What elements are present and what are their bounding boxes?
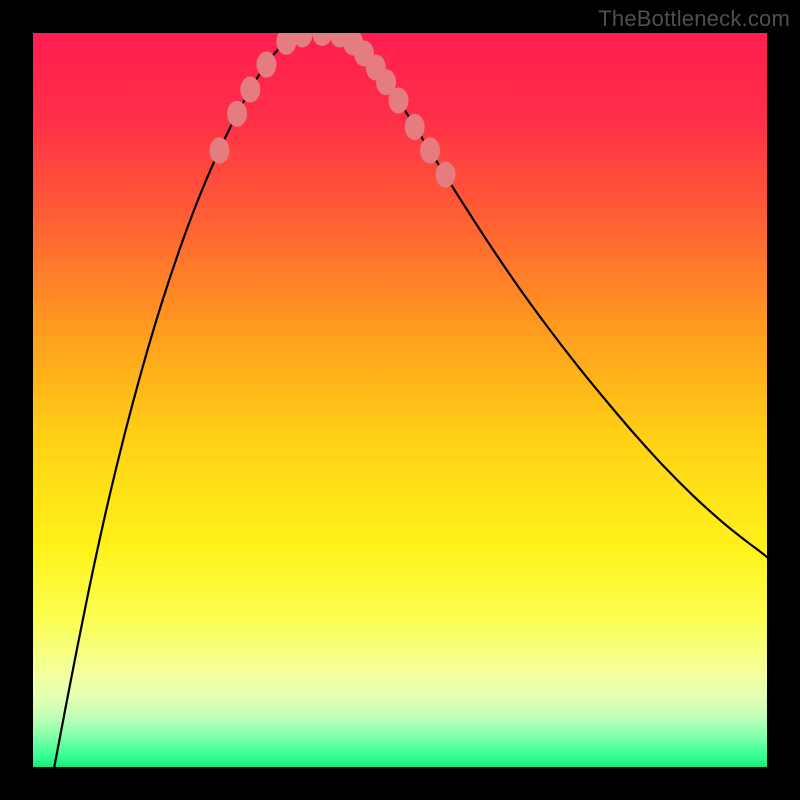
plot-area — [33, 33, 767, 767]
data-marker — [312, 33, 332, 46]
data-marker — [209, 137, 229, 163]
data-marker — [420, 137, 440, 163]
plot-overlay — [33, 33, 767, 767]
data-marker — [436, 162, 456, 188]
curves-group — [54, 33, 767, 767]
markers-group — [209, 33, 455, 188]
watermark-text: TheBottleneck.com — [598, 6, 790, 32]
data-marker — [389, 88, 409, 114]
data-marker — [405, 114, 425, 140]
bottleneck-curve — [54, 33, 767, 767]
data-marker — [240, 77, 260, 103]
data-marker — [227, 101, 247, 127]
chart-stage: TheBottleneck.com — [0, 0, 800, 800]
data-marker — [256, 52, 276, 78]
